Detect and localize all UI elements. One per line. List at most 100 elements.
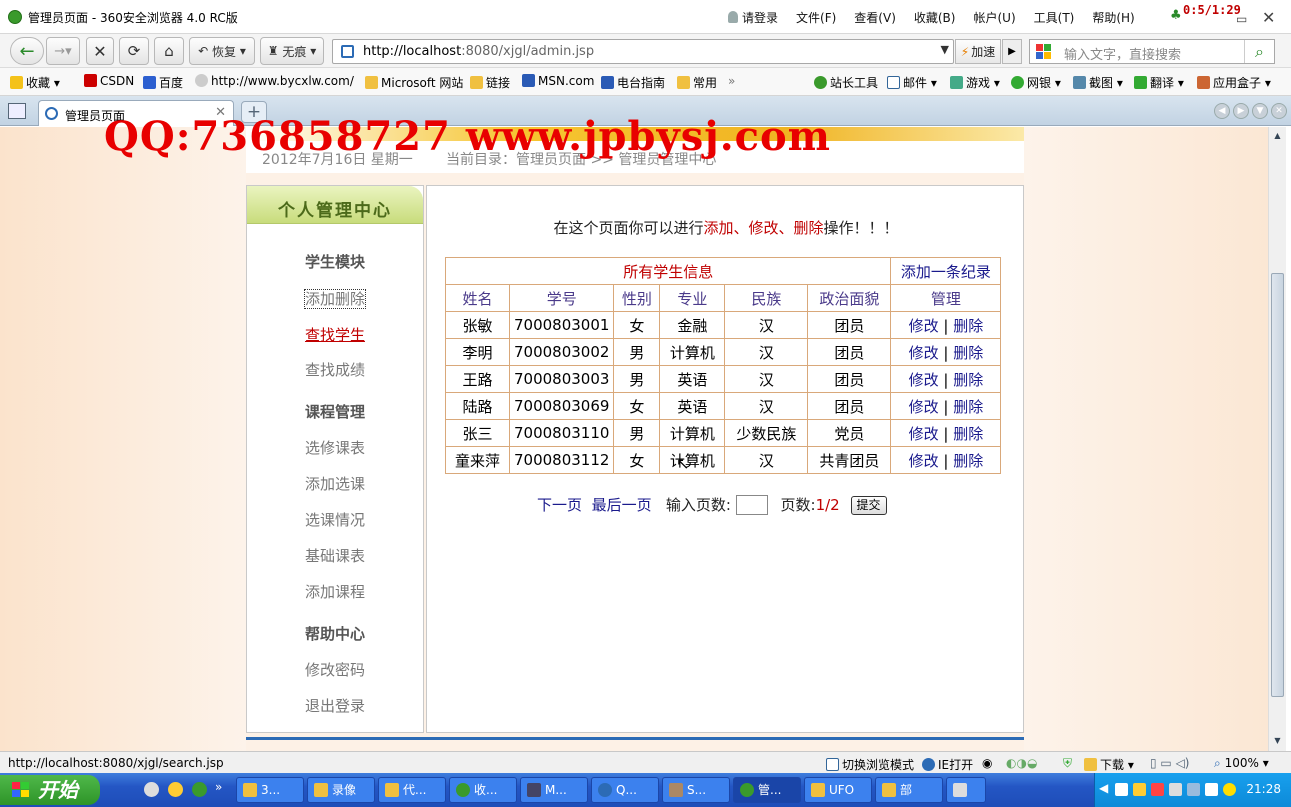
delete-link[interactable]: 删除	[953, 452, 983, 470]
tray-icon[interactable]	[1187, 783, 1200, 796]
download-button[interactable]: 下载 ▾	[1084, 756, 1134, 773]
quicklaunch-icon[interactable]	[192, 782, 207, 797]
sidebar-item-find-grades[interactable]: 查找成绩	[247, 359, 423, 380]
google-icon[interactable]	[1036, 44, 1052, 60]
menu-tools[interactable]: 工具(T)	[1034, 9, 1075, 26]
search-input[interactable]: 输入文字，直接搜索	[1064, 44, 1181, 63]
start-button[interactable]: 开始	[0, 775, 100, 805]
tray-expand-icon[interactable]: ◀	[1099, 781, 1108, 795]
add-record-link[interactable]: 添加一条纪录	[890, 257, 1002, 285]
taskbar-item[interactable]: Q...	[591, 777, 659, 803]
quicklaunch-overflow[interactable]: »	[215, 780, 222, 794]
taskbar-item-active[interactable]: 管...	[733, 777, 801, 803]
edit-link[interactable]: 修改	[909, 344, 939, 362]
taskbar-item[interactable]: M...	[520, 777, 588, 803]
shield-icon[interactable]: ⛨	[1063, 756, 1072, 771]
tool-mail[interactable]: 邮件 ▾	[887, 74, 937, 91]
edit-link[interactable]: 修改	[909, 398, 939, 416]
sidebar-item-add-selection[interactable]: 添加选课	[247, 473, 423, 494]
submit-button[interactable]: 提交	[850, 496, 887, 515]
switch-mode-button[interactable]: 切换浏览模式	[826, 756, 914, 773]
shirt-icon[interactable]: ♣	[1170, 8, 1182, 23]
sidebar-item-find-student[interactable]: 查找学生	[247, 324, 423, 345]
taskbar-item[interactable]: S...	[662, 777, 730, 803]
scroll-down-icon[interactable]: ▼	[1271, 734, 1284, 748]
menu-view[interactable]: 查看(V)	[854, 9, 896, 26]
edit-link[interactable]: 修改	[909, 317, 939, 335]
delete-link[interactable]: 删除	[953, 398, 983, 416]
taskbar-item[interactable]: 录像	[307, 777, 375, 803]
menu-favorites[interactable]: 收藏(B)	[914, 9, 956, 26]
bookmark-baidu[interactable]: 百度	[143, 74, 183, 91]
delete-link[interactable]: 删除	[953, 371, 983, 389]
tray-icon[interactable]	[1169, 783, 1182, 796]
tool-screenshot[interactable]: 截图 ▾	[1073, 74, 1123, 91]
chevron-down-icon[interactable]: ▼	[941, 43, 949, 56]
taskbar-item[interactable]: 部	[875, 777, 943, 803]
taskbar-item[interactable]: 3...	[236, 777, 304, 803]
bookmark-radio[interactable]: 电台指南	[601, 74, 665, 91]
back-button[interactable]: ←	[10, 37, 44, 65]
bookmark-bycxlw[interactable]: http://www.bycxlw.com/	[195, 74, 354, 88]
scrollbar-thumb[interactable]	[1271, 273, 1284, 697]
delete-link[interactable]: 删除	[953, 344, 983, 362]
page-number-input[interactable]	[735, 495, 768, 515]
close-window-icon[interactable]: ✕	[1262, 8, 1275, 27]
bookmark-microsoft[interactable]: Microsoft 网站	[365, 74, 463, 91]
chevron-down-icon[interactable]: ▼	[1252, 103, 1268, 119]
toggle-icon[interactable]: ◐◑◒	[1006, 756, 1037, 770]
bookmark-common[interactable]: 常用	[677, 74, 717, 91]
speedup-button[interactable]: ⚡ 加速	[955, 39, 1001, 64]
delete-link[interactable]: 删除	[953, 425, 983, 443]
delete-link[interactable]: 删除	[953, 317, 983, 335]
chevron-right-icon[interactable]: ▶	[1233, 103, 1249, 119]
no-trace-button[interactable]: ♜ 无痕 ▾	[260, 37, 324, 65]
taskbar-item[interactable]: 代...	[378, 777, 446, 803]
last-page-link[interactable]: 最后一页	[592, 496, 652, 514]
bookmark-favorites[interactable]: 收藏 ▾	[10, 74, 60, 91]
search-box[interactable]: 输入文字，直接搜索 ⌕	[1029, 39, 1275, 64]
tray-icon[interactable]	[1151, 783, 1164, 796]
tray-icon[interactable]	[1205, 783, 1218, 796]
edit-link[interactable]: 修改	[909, 371, 939, 389]
close-icon[interactable]: ✕	[1271, 103, 1287, 119]
bookmarks-overflow[interactable]: »	[728, 74, 735, 88]
taskbar-item[interactable]	[946, 777, 986, 803]
tool-webmaster[interactable]: 站长工具	[814, 74, 878, 91]
refresh-button[interactable]: ⟳	[119, 37, 149, 65]
next-page-link[interactable]: 下一页	[537, 496, 582, 514]
sidebar-item-logout[interactable]: 退出登录	[247, 695, 423, 716]
sidebar-item-basic-courses[interactable]: 基础课表	[247, 545, 423, 566]
chevron-left-icon[interactable]: ◀	[1214, 103, 1230, 119]
taskbar-item[interactable]: UFO	[804, 777, 872, 803]
scroll-up-icon[interactable]: ▲	[1271, 129, 1284, 143]
globe-icon[interactable]: ◉	[982, 756, 992, 770]
tool-bank[interactable]: 网银 ▾	[1011, 74, 1061, 91]
search-icon[interactable]: ⌕	[1244, 40, 1274, 63]
stop-button[interactable]: ✕	[86, 37, 114, 65]
tray-icon[interactable]	[1115, 783, 1128, 796]
bookmark-csdn[interactable]: CSDN	[84, 74, 134, 88]
sidebar-item-selection-status[interactable]: 选课情况	[247, 509, 423, 530]
sidebar-item-elective-courses[interactable]: 选修课表	[247, 437, 423, 458]
tool-appbox[interactable]: 应用盒子 ▾	[1197, 74, 1271, 91]
minimize-icon[interactable]: ▭	[1236, 12, 1247, 26]
taskbar-item[interactable]: 收...	[449, 777, 517, 803]
menu-file[interactable]: 文件(F)	[796, 9, 836, 26]
home-button[interactable]: ⌂	[154, 37, 184, 65]
sidebar-toggle-icon[interactable]	[8, 103, 26, 119]
quicklaunch-icon[interactable]	[144, 782, 159, 797]
bookmark-msn[interactable]: MSN.com	[522, 74, 594, 88]
vertical-scrollbar[interactable]: ▲ ▼	[1268, 127, 1286, 751]
address-bar[interactable]: http://localhost:8080/xjgl/admin.jsp ▼	[332, 39, 954, 64]
sidebar-item-add-course[interactable]: 添加课程	[247, 581, 423, 602]
quicklaunch-icon[interactable]	[168, 782, 183, 797]
tray-icon[interactable]	[1223, 783, 1236, 796]
forward-button[interactable]: →▾	[46, 37, 80, 65]
edit-link[interactable]: 修改	[909, 452, 939, 470]
play-arrow-button[interactable]: ▶	[1002, 39, 1022, 64]
menu-help[interactable]: 帮助(H)	[1092, 9, 1134, 26]
sidebar-item-change-password[interactable]: 修改密码	[247, 659, 423, 680]
edit-link[interactable]: 修改	[909, 425, 939, 443]
tray-icon[interactable]	[1133, 783, 1146, 796]
